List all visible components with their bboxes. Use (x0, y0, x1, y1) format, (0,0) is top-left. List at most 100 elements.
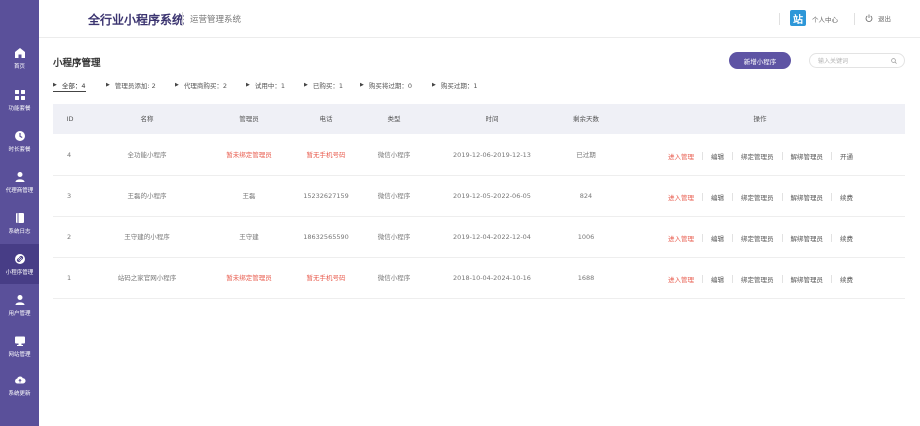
table-row: 3 王磊的小程序 王磊 15232627159 微信小程序 2019-12-05-2022… (53, 176, 905, 217)
filter-label: 购买将过期：0 (368, 82, 412, 90)
cell-type: 微信小程序 (377, 233, 411, 241)
sidebar-item-home[interactable]: 首页 (0, 38, 39, 78)
cell-remaining-days: 824 (579, 192, 593, 200)
bind-admin-link[interactable]: 绑定管理员 (741, 274, 774, 284)
edit-link[interactable]: 编辑 (711, 151, 724, 161)
renew-link[interactable]: 续费 (840, 233, 853, 243)
filter-label: 购买过期：1 (440, 82, 478, 90)
filter-admin-added[interactable]: ▶ 管理员添加: 2 (106, 80, 156, 90)
triangle-right-icon: ▶ (53, 82, 57, 88)
row-actions: 进入管理 编辑 绑定管理员 解绑管理员 续费 (668, 258, 853, 299)
cell-id: 2 (67, 233, 72, 241)
edit-link[interactable]: 编辑 (711, 233, 724, 243)
column-header-name: 名称 (140, 115, 154, 123)
filter-label: 代理商购买：2 (183, 82, 227, 90)
action-divider (831, 192, 832, 201)
cell-name: 王磊的小程序 (127, 192, 167, 200)
cell-phone: 暂无手机号码 (306, 274, 346, 282)
filter-expiring[interactable]: ▶ 购买将过期：0 (360, 80, 412, 90)
edit-link[interactable]: 编辑 (711, 192, 724, 202)
unbind-admin-link[interactable]: 解绑管理员 (791, 151, 824, 161)
sidebar-item-label: 系统日志 (8, 228, 31, 235)
user-center-link[interactable]: 个人中心 (812, 14, 838, 24)
person-icon (15, 171, 24, 182)
bind-admin-link[interactable]: 绑定管理员 (741, 192, 774, 202)
bind-admin-link[interactable]: 绑定管理员 (741, 233, 774, 243)
renew-link[interactable]: 续费 (840, 192, 853, 202)
filter-all[interactable]: ▶ 全部：4 (53, 80, 86, 92)
book-icon (15, 212, 24, 223)
add-mini-program-button[interactable]: 新增小程序 (729, 52, 791, 69)
cell-time: 2018-10-04-2024-10-16 (453, 274, 531, 282)
header-divider (854, 13, 855, 25)
cell-admin: 王守建 (239, 233, 259, 241)
action-divider (781, 192, 783, 201)
sidebar-item-system-update[interactable]: 系统更新 (0, 365, 39, 405)
table-row: 4 全功能小程序 暂未绑定管理员 暂无手机号码 微信小程序 2019-12-06-2019… (53, 135, 905, 176)
bind-admin-link[interactable]: 绑定管理员 (741, 151, 774, 161)
sidebar-item-mini-programs[interactable]: 小程序管理 (0, 244, 39, 284)
sidebar-item-users[interactable]: 用户管理 (0, 285, 39, 325)
sidebar-item-feature-packages[interactable]: 功能套餐 (0, 80, 39, 120)
action-divider (702, 192, 703, 201)
renew-link[interactable]: 开通 (840, 151, 853, 161)
cell-phone: 18632565590 (303, 233, 349, 241)
filter-label: 管理员添加: 2 (114, 82, 156, 90)
filter-purchased[interactable]: ▶ 已购买：1 (304, 80, 343, 90)
action-divider (732, 151, 733, 160)
row-actions: 进入管理 编辑 绑定管理员 解绑管理员 续费 (668, 176, 853, 217)
cell-phone: 暂无手机号码 (306, 151, 346, 159)
table-row: 2 王守建的小程序 王守建 18632565590 微信小程序 2019-12-04-20… (53, 217, 905, 258)
sidebar-item-label: 首页 (13, 63, 25, 70)
column-header-time: 时间 (485, 115, 499, 123)
logout-label: 退出 (878, 15, 891, 23)
cell-id: 1 (67, 274, 72, 282)
sidebar-item-label: 时长套餐 (8, 146, 31, 153)
row-actions: 进入管理 编辑 绑定管理员 解绑管理员 续费 (668, 217, 853, 258)
cell-time: 2019-12-05-2022-06-05 (453, 192, 531, 200)
filter-agent-purchased[interactable]: ▶ 代理商购买：2 (175, 80, 227, 90)
triangle-right-icon: ▶ (175, 82, 179, 88)
cell-admin: 暂未绑定管理员 (226, 274, 272, 282)
cell-type: 微信小程序 (377, 192, 411, 200)
enter-management-link[interactable]: 进入管理 (668, 151, 694, 161)
action-divider (781, 151, 783, 160)
column-header-admin: 管理员 (239, 115, 259, 123)
app-title: 全行业小程序系统 (88, 13, 185, 27)
enter-management-link[interactable]: 进入管理 (668, 274, 694, 284)
renew-link[interactable]: 续费 (840, 274, 853, 284)
cell-name: 王守建的小程序 (124, 233, 170, 241)
filter-trial[interactable]: ▶ 试用中：1 (246, 80, 285, 90)
filter-label: 已购买：1 (312, 82, 343, 90)
action-divider (831, 233, 832, 242)
filter-expired[interactable]: ▶ 购买过期：1 (432, 80, 478, 90)
enter-management-link[interactable]: 进入管理 (668, 233, 694, 243)
search-input[interactable] (818, 56, 888, 66)
sidebar-item-duration-packages[interactable]: 时长套餐 (0, 121, 39, 161)
unbind-admin-link[interactable]: 解绑管理员 (791, 233, 824, 243)
enter-management-link[interactable]: 进入管理 (668, 192, 694, 202)
logout-button[interactable]: 退出 (865, 13, 891, 23)
cloud-upload-icon (14, 375, 26, 383)
sidebar-item-system-log[interactable]: 系统日志 (0, 203, 39, 243)
search-icon[interactable] (891, 58, 897, 64)
sidebar-item-agents[interactable]: 代理商管理 (0, 162, 39, 202)
action-divider (732, 192, 733, 201)
filter-label: 全部：4 (61, 82, 86, 90)
row-actions: 进入管理 编辑 绑定管理员 解绑管理员 开通 (668, 135, 853, 176)
cell-type: 微信小程序 (377, 274, 411, 282)
sidebar-item-website[interactable]: 网站管理 (0, 326, 39, 366)
action-divider (831, 274, 832, 283)
cell-admin: 暂未绑定管理员 (226, 151, 272, 159)
top-header: 全行业小程序系统 运营管理系统 站 个人中心 退出 (39, 0, 920, 38)
triangle-right-icon: ▶ (246, 82, 250, 88)
cell-remaining-days: 已过期 (576, 151, 596, 159)
edit-link[interactable]: 编辑 (711, 274, 724, 284)
unbind-admin-link[interactable]: 解绑管理员 (791, 192, 824, 202)
cell-admin: 王磊 (242, 192, 256, 200)
unbind-admin-link[interactable]: 解绑管理员 (791, 274, 824, 284)
column-header-actions: 操作 (753, 115, 767, 123)
triangle-right-icon: ▶ (106, 82, 110, 88)
action-divider (702, 151, 703, 160)
cell-type: 微信小程序 (377, 151, 411, 159)
